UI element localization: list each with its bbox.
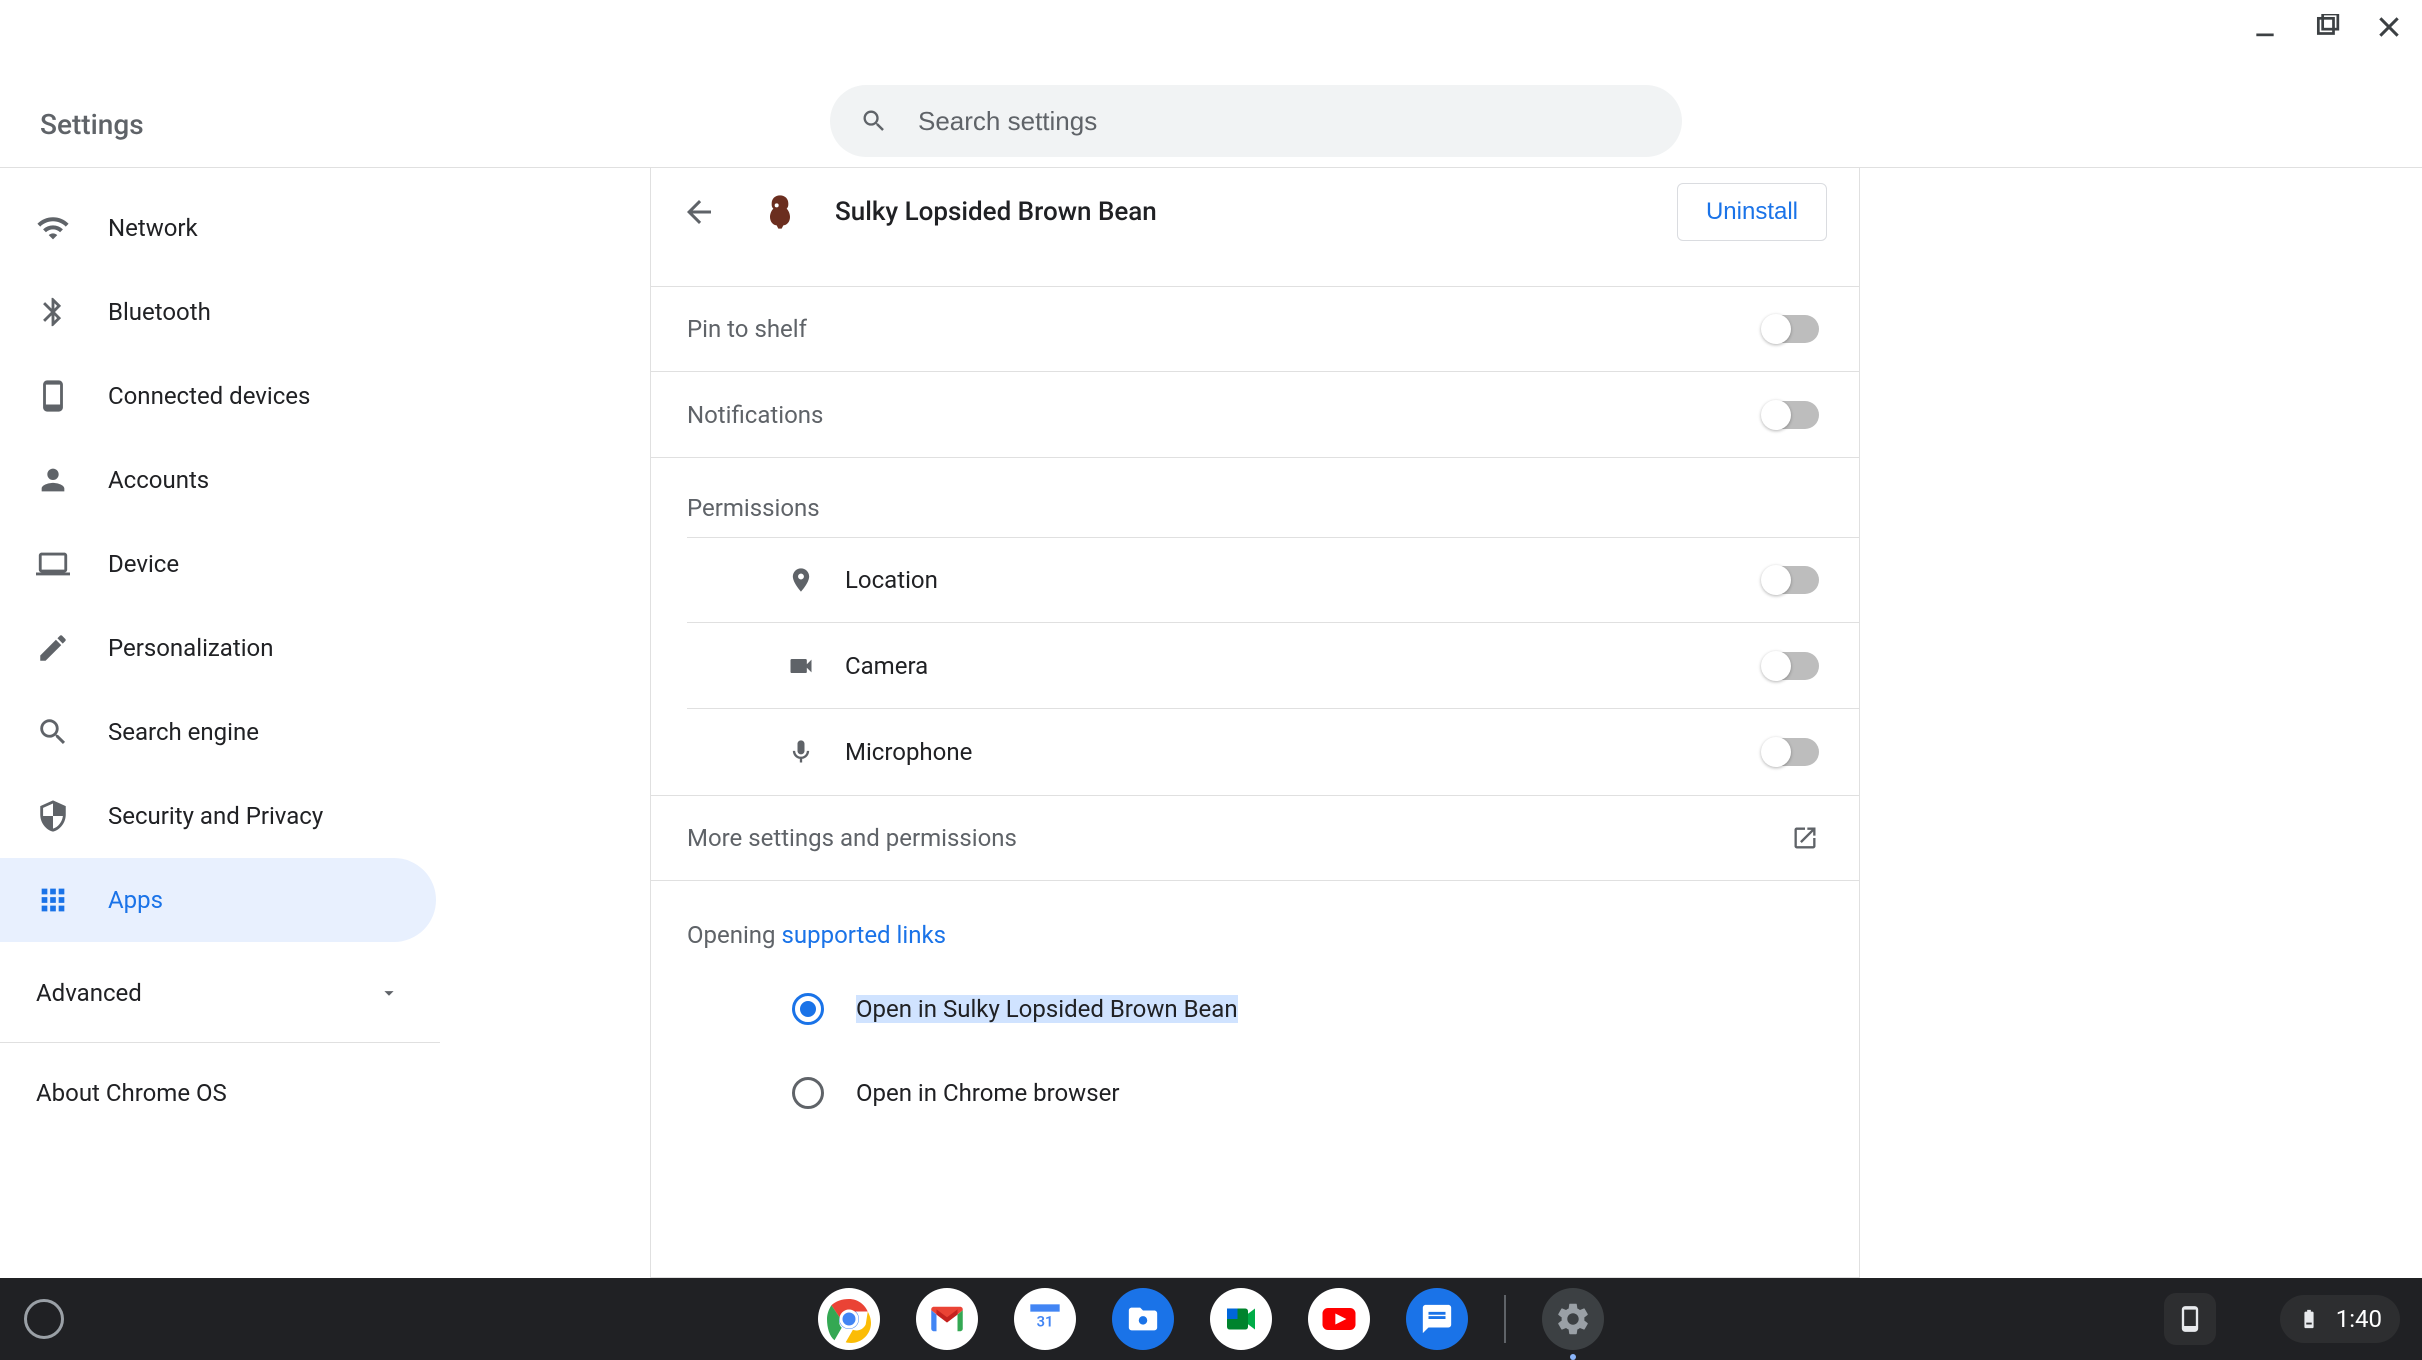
radio-open-in-app[interactable]: Open in Sulky Lopsided Brown Bean (687, 967, 1859, 1051)
radio-icon (792, 1077, 824, 1109)
notifications-toggle[interactable] (1763, 401, 1819, 429)
opening-prefix: Opening (687, 921, 782, 949)
chevron-down-icon (378, 982, 400, 1004)
sidebar-advanced[interactable]: Advanced (0, 950, 440, 1034)
apps-icon (36, 883, 70, 917)
shelf-app-messages[interactable] (1406, 1288, 1468, 1350)
sidebar: Network Bluetooth Connected devices Acco… (0, 168, 440, 1278)
pin-to-shelf-label: Pin to shelf (687, 315, 807, 343)
shield-icon (36, 799, 70, 833)
sidebar-label: Accounts (108, 466, 209, 494)
location-icon (787, 566, 815, 594)
app-name: Sulky Lopsided Brown Bean (835, 197, 1653, 227)
person-icon (36, 463, 70, 497)
permission-location-toggle[interactable] (1763, 566, 1819, 594)
sidebar-label: Bluetooth (108, 298, 211, 326)
notification-tray[interactable] (2164, 1293, 2216, 1345)
microphone-icon (787, 738, 815, 766)
shelf: 31 1:40 (0, 1278, 2422, 1360)
shelf-app-settings[interactable] (1542, 1288, 1604, 1350)
radio-open-in-app-label: Open in Sulky Lopsided Brown Bean (856, 995, 1238, 1023)
pin-to-shelf-toggle[interactable] (1763, 315, 1819, 343)
sidebar-about[interactable]: About Chrome OS (0, 1051, 440, 1135)
sidebar-item-bluetooth[interactable]: Bluetooth (0, 270, 436, 354)
search-icon (860, 107, 888, 135)
app-icon (759, 191, 801, 233)
app-detail-panel: Sulky Lopsided Brown Bean Uninstall Pin … (650, 168, 1860, 1278)
shelf-app-gmail[interactable] (916, 1288, 978, 1350)
sidebar-item-security[interactable]: Security and Privacy (0, 774, 436, 858)
shelf-app-meet[interactable] (1210, 1288, 1272, 1350)
shelf-app-calendar[interactable]: 31 (1014, 1288, 1076, 1350)
permission-location-label: Location (845, 566, 938, 594)
wifi-icon (36, 211, 70, 245)
sidebar-item-device[interactable]: Device (0, 522, 436, 606)
open-external-icon (1791, 824, 1819, 852)
sidebar-label: Device (108, 550, 179, 578)
sidebar-label: Apps (108, 886, 163, 914)
radio-open-in-chrome[interactable]: Open in Chrome browser (687, 1051, 1859, 1135)
advanced-label: Advanced (36, 979, 142, 1007)
shelf-app-chrome[interactable] (818, 1288, 880, 1350)
sidebar-item-search-engine[interactable]: Search engine (0, 690, 436, 774)
sidebar-divider (0, 1042, 440, 1043)
phone-icon (36, 379, 70, 413)
bluetooth-icon (36, 295, 70, 329)
sidebar-label: Network (108, 214, 198, 242)
more-settings-label: More settings and permissions (687, 824, 1017, 852)
search-box[interactable] (830, 85, 1682, 157)
edit-icon (36, 631, 70, 665)
notifications-label: Notifications (687, 401, 823, 429)
sidebar-label: Security and Privacy (108, 802, 323, 830)
supported-links-link[interactable]: supported links (782, 921, 947, 949)
permission-microphone-label: Microphone (845, 738, 972, 766)
uninstall-button[interactable]: Uninstall (1677, 183, 1827, 241)
opening-links-heading: Opening supported links (687, 921, 1859, 949)
sidebar-label: Connected devices (108, 382, 310, 410)
battery-icon (2298, 1308, 2320, 1330)
sidebar-label: Personalization (108, 634, 274, 662)
clock: 1:40 (2336, 1305, 2382, 1333)
pin-to-shelf-row: Pin to shelf (651, 286, 1859, 372)
radio-icon (792, 993, 824, 1025)
permission-camera-label: Camera (845, 652, 928, 680)
permission-location-row: Location (687, 537, 1859, 623)
permission-camera-toggle[interactable] (1763, 652, 1819, 680)
search-input[interactable] (918, 106, 1652, 137)
back-button[interactable] (681, 194, 717, 230)
sidebar-item-personalization[interactable]: Personalization (0, 606, 436, 690)
radio-open-in-chrome-label: Open in Chrome browser (856, 1079, 1119, 1107)
more-settings-row[interactable]: More settings and permissions (651, 795, 1859, 881)
launcher-button[interactable] (24, 1299, 64, 1339)
about-label: About Chrome OS (36, 1079, 227, 1107)
page-title: Settings (40, 108, 144, 141)
notifications-row: Notifications (651, 372, 1859, 458)
search-icon (36, 715, 70, 749)
permission-microphone-row: Microphone (687, 709, 1859, 795)
content-area: Sulky Lopsided Brown Bean Uninstall Pin … (440, 168, 2422, 1278)
sidebar-item-connected-devices[interactable]: Connected devices (0, 354, 436, 438)
sidebar-item-apps[interactable]: Apps (0, 858, 436, 942)
permission-camera-row: Camera (687, 623, 1859, 709)
laptop-icon (36, 547, 70, 581)
permission-microphone-toggle[interactable] (1763, 738, 1819, 766)
sidebar-label: Search engine (108, 718, 259, 746)
shelf-app-files[interactable] (1112, 1288, 1174, 1350)
shelf-divider (1504, 1295, 1506, 1343)
sidebar-item-network[interactable]: Network (0, 186, 436, 270)
sidebar-item-accounts[interactable]: Accounts (0, 438, 436, 522)
camera-icon (787, 652, 815, 680)
svg-text:31: 31 (1037, 1312, 1054, 1330)
status-tray[interactable]: 1:40 (2280, 1295, 2400, 1343)
permissions-header: Permissions (651, 458, 1859, 536)
shelf-app-youtube[interactable] (1308, 1288, 1370, 1350)
